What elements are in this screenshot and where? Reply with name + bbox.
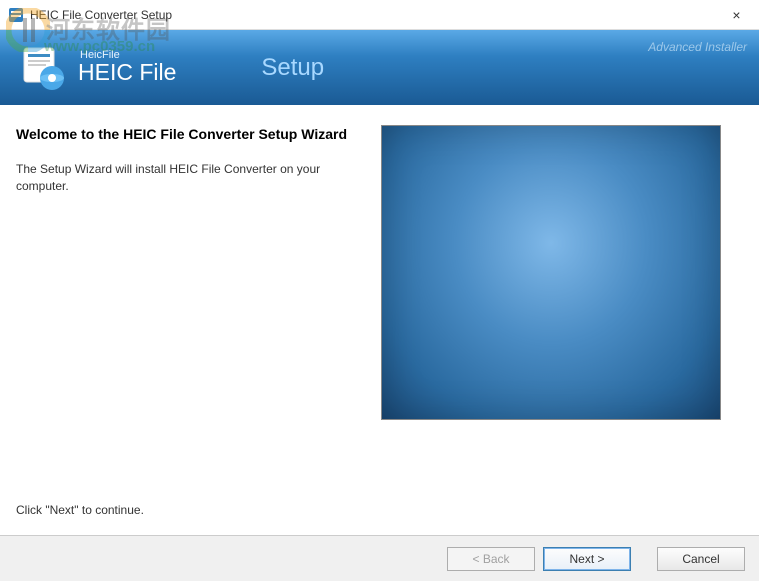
- installer-icon: [18, 44, 66, 92]
- powered-by-label: Advanced Installer: [648, 40, 747, 54]
- back-button: < Back: [447, 547, 535, 571]
- banner-phase: Setup: [261, 54, 324, 82]
- banner: HeicFile HEIC File Setup Advanced Instal…: [0, 30, 759, 105]
- decorative-image-panel: [381, 125, 721, 420]
- welcome-body: The Setup Wizard will install HEIC File …: [16, 161, 361, 195]
- app-icon: [8, 7, 24, 23]
- banner-titles: HeicFile HEIC File: [78, 49, 176, 86]
- left-column: Welcome to the HEIC File Converter Setup…: [16, 125, 361, 525]
- next-button[interactable]: Next >: [543, 547, 631, 571]
- close-button[interactable]: ×: [714, 0, 759, 30]
- right-column: [381, 125, 735, 525]
- welcome-heading: Welcome to the HEIC File Converter Setup…: [16, 125, 361, 143]
- banner-large-title: HEIC File: [78, 59, 176, 86]
- window-title: HEIC File Converter Setup: [30, 8, 751, 22]
- content-area: Welcome to the HEIC File Converter Setup…: [0, 105, 759, 535]
- instruction-text: Click "Next" to continue.: [16, 503, 361, 517]
- titlebar: HEIC File Converter Setup ×: [0, 0, 759, 30]
- cancel-button[interactable]: Cancel: [657, 547, 745, 571]
- close-icon: ×: [732, 7, 740, 23]
- button-bar: < Back Next > Cancel: [0, 535, 759, 581]
